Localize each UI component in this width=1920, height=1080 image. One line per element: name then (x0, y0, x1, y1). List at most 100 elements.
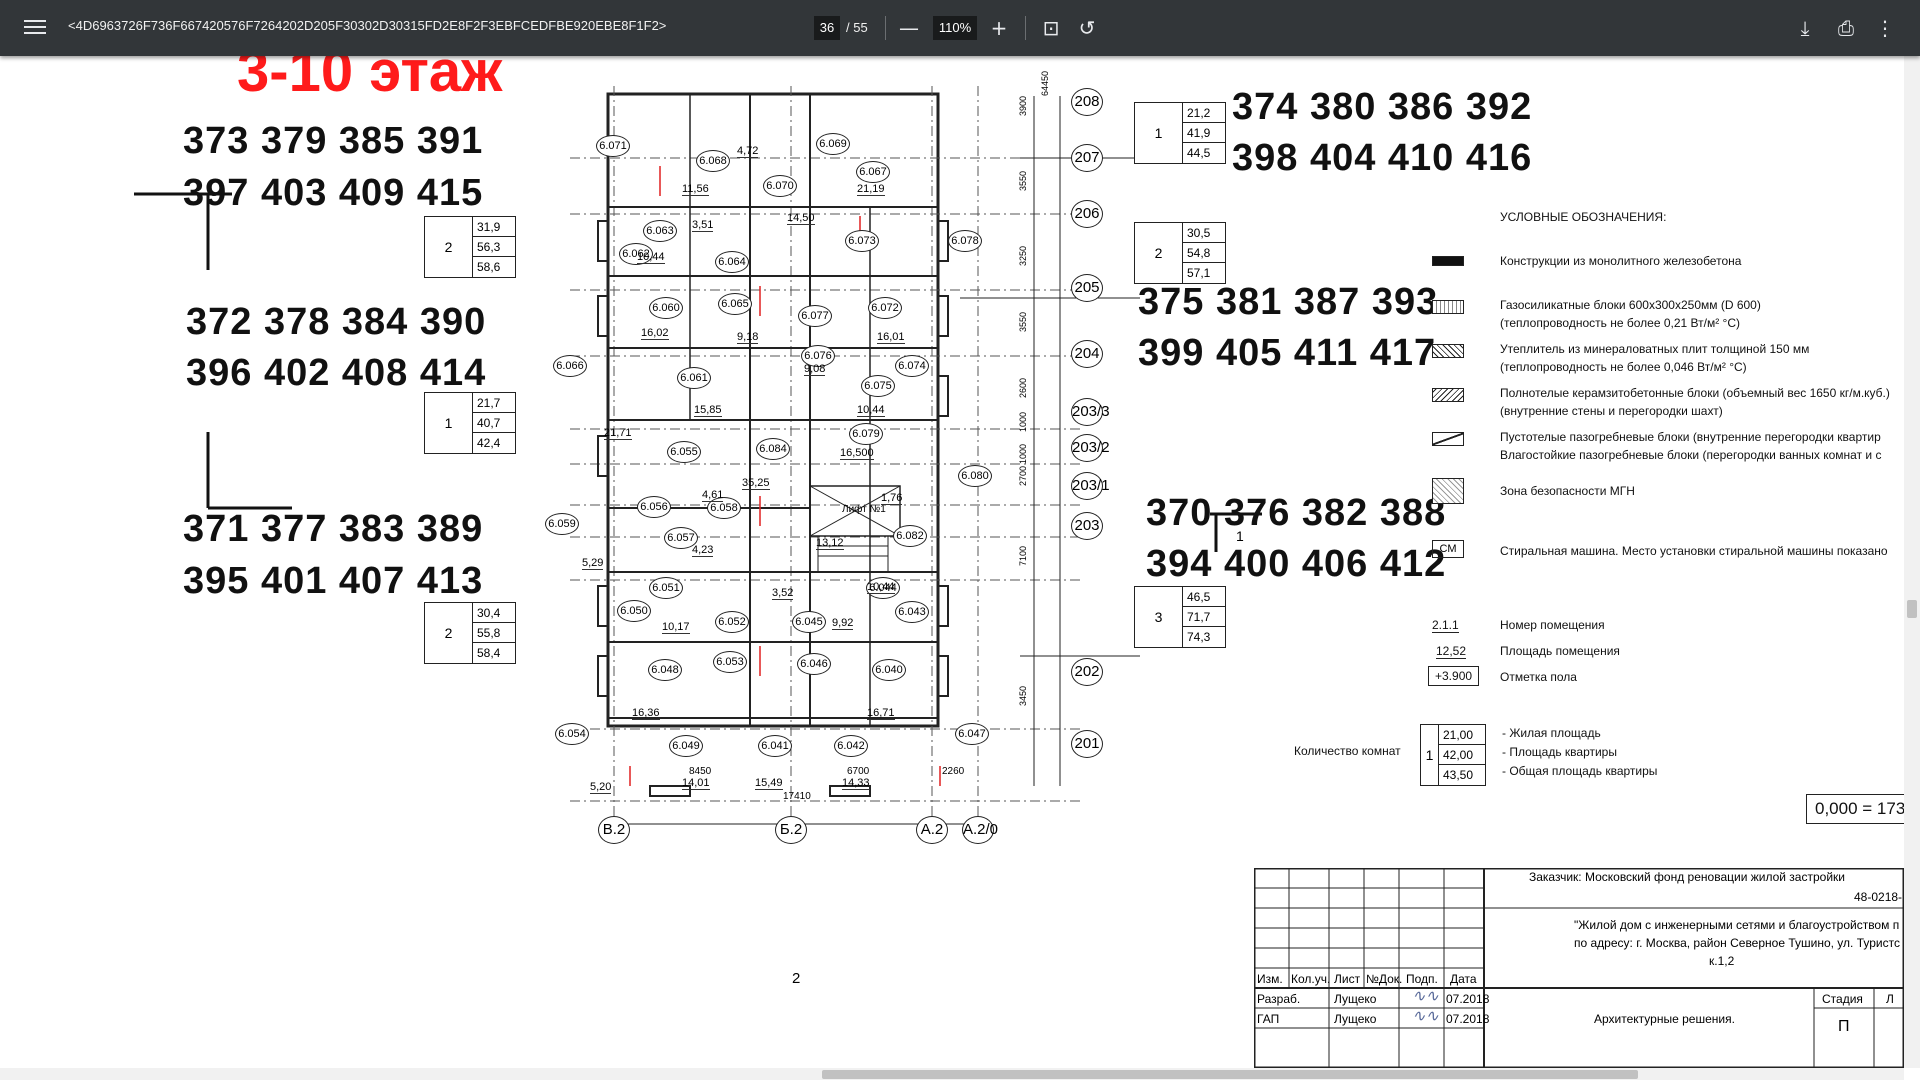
legend-sample-label: - Жилая площадь (1502, 726, 1601, 740)
tb-project-2: по адресу: г. Москва, район Северное Туш… (1574, 936, 1900, 950)
room-id-label: 6.040 (872, 659, 906, 681)
zoom-out-icon[interactable]: — (895, 14, 923, 42)
legend-sample-total: 43,50 (1443, 768, 1474, 782)
tb-row2-name: Лущеко (1334, 1012, 1377, 1026)
area-box-1: 2 31,9 56,3 58,6 (424, 216, 516, 278)
tb-project-3: к.1,2 (1709, 954, 1735, 968)
washing-machine-symbol: СМ (1432, 540, 1464, 558)
dimension-label: 3450 (1018, 685, 1028, 706)
room-area-label: 16,71 (867, 707, 895, 720)
mgn-zone-symbol (1432, 478, 1464, 504)
legend-item: Полнотелые керамзитобетонные блоки (объе… (1500, 386, 1890, 400)
area-box-5: 2 30,5 54,8 57,1 (1134, 222, 1226, 284)
dimension-label: 6700 (847, 766, 870, 777)
pdf-toolbar: <4D6963726F736F667420576F7264202D205F303… (0, 0, 1920, 56)
zoom-level-input[interactable]: 110% (933, 16, 977, 40)
area-box-rooms: 2 (1135, 223, 1183, 283)
area-box-living: 46,5 (1183, 587, 1225, 607)
rotate-icon[interactable]: ↺ (1073, 14, 1101, 42)
hollow-block-symbol (1432, 432, 1464, 446)
room-area-label: Площадь помещения (1500, 644, 1620, 658)
solid-block-symbol (1432, 388, 1464, 402)
room-area-label: 15,49 (755, 777, 783, 790)
area-box-total: 74,3 (1187, 630, 1211, 644)
vertical-scrollbar[interactable] (1904, 56, 1920, 1068)
vertical-scrollbar-thumb[interactable] (1907, 600, 1917, 618)
room-id-label: 6.048 (648, 659, 682, 681)
room-id-label: 6.047 (955, 723, 989, 745)
download-icon[interactable]: ⤓ (1791, 14, 1819, 42)
toolbar-divider (1025, 16, 1026, 40)
signature-icon: ∿∿ (1412, 988, 1439, 1005)
room-number-sample: 2.1.1 (1432, 618, 1459, 633)
legend-item: Зона безопасности МГН (1500, 484, 1635, 498)
legend-item: Конструкции из монолитного железобетона (1500, 254, 1742, 268)
legend-item: (теплопроводность не более 0,21 Вт/м² °С… (1500, 316, 1740, 330)
legend-item: Пустотелые пазогребневые блоки (внутренн… (1500, 430, 1881, 444)
legend-header: УСЛОВНЫЕ ОБОЗНАЧЕНИЯ: (1500, 210, 1667, 224)
legend-item: (теплопроводность не более 0,046 Вт/м² °… (1500, 360, 1747, 374)
toolbar-divider (885, 16, 886, 40)
area-box-living: 21,7 (473, 393, 515, 413)
gas-block-symbol (1432, 300, 1464, 314)
tb-customer: Заказчик: Московский фонд реновации жило… (1529, 870, 1845, 884)
area-box-total: 44,5 (1187, 146, 1211, 160)
dimension-label: 17410 (783, 791, 811, 802)
floor-mark-label: Отметка пола (1500, 670, 1577, 684)
dimension-label: 2260 (942, 766, 965, 777)
tb-section: Архитектурные решения. (1594, 1012, 1735, 1026)
axis-bubble: А.2 (916, 816, 948, 844)
more-options-icon[interactable]: ⋮ (1871, 14, 1899, 42)
tb-row2-date: 07.2018 (1446, 1012, 1490, 1026)
legend-item: Газосиликатные блоки 600х300х250мм (D 60… (1500, 298, 1761, 312)
area-box-apartment: 41,9 (1183, 123, 1225, 143)
room-number-label: Номер помещения (1500, 618, 1605, 632)
title-block-grid (1254, 868, 1904, 1068)
area-box-living: 30,4 (473, 603, 515, 623)
tb-row1-role: Разраб. (1257, 992, 1301, 1006)
tb-col: Изм. (1257, 972, 1283, 986)
page-total: / 55 (846, 20, 868, 35)
title-block: Изм. Кол.уч. Лист №Док. Подп. Дата Разра… (1254, 868, 1904, 1068)
tb-row2-role: ГАП (1257, 1012, 1280, 1026)
room-id-label: 6.049 (669, 735, 703, 757)
section-mark-label: 2 (792, 970, 801, 987)
area-box-apartment: 71,7 (1183, 607, 1225, 627)
area-box-apartment: 54,8 (1183, 243, 1225, 263)
area-box-total: 58,4 (477, 646, 501, 660)
tb-stage: П (1838, 1018, 1850, 1035)
area-box-rooms: 1 (1135, 103, 1183, 163)
axis-bubble: В.2 (598, 816, 630, 844)
area-box-4: 1 21,2 41,9 44,5 (1134, 102, 1226, 164)
area-box-rooms: 1 (425, 393, 473, 453)
axis-bubble: Б.2 (775, 816, 807, 844)
tb-stage-label: Стадия (1822, 992, 1863, 1006)
horizontal-scrollbar-thumb[interactable] (822, 1070, 1638, 1079)
room-area-sample: 12,52 (1436, 644, 1467, 659)
tb-row1-date: 07.2018 (1446, 992, 1490, 1006)
legend-sample-box: 1 21,00 42,00 43,50 (1420, 724, 1486, 786)
area-box-apartment: 56,3 (473, 237, 515, 257)
page-number-input[interactable]: 36 (814, 16, 840, 40)
print-icon[interactable]: ⎙ (1832, 14, 1860, 42)
area-box-total: 57,1 (1187, 266, 1211, 280)
area-box-apartment: 55,8 (473, 623, 515, 643)
signature-icon: ∿∿ (1412, 1008, 1439, 1025)
area-box-total: 58,6 (477, 260, 501, 274)
legend-item: Стиральная машина. Место установки стира… (1500, 544, 1888, 558)
room-id-label: 6.054 (555, 723, 589, 745)
fit-page-icon[interactable]: ⊡ (1037, 14, 1065, 42)
room-area-label: 16,36 (632, 707, 660, 720)
pdf-page: 6.071 6.068 6.069 6.067 6.070 6.063 6.062 6.064… (0, 56, 1904, 1068)
menu-icon[interactable] (24, 17, 46, 39)
zero-mark: 0,000 = 173 (1806, 794, 1904, 824)
room-id-label: 6.042 (834, 735, 868, 757)
tb-project-1: "Жилой дом с инженерными сетями и благоу… (1574, 918, 1900, 932)
area-box-2: 1 21,7 40,7 42,4 (424, 392, 516, 454)
axis-bubble: А.2/0 (962, 816, 998, 844)
room-id-label: 6.046 (797, 653, 831, 675)
insulation-symbol (1432, 344, 1464, 358)
zoom-in-icon[interactable]: + (985, 14, 1013, 42)
monolith-symbol (1432, 256, 1464, 266)
legend-sample-apartment: 42,00 (1439, 745, 1485, 765)
